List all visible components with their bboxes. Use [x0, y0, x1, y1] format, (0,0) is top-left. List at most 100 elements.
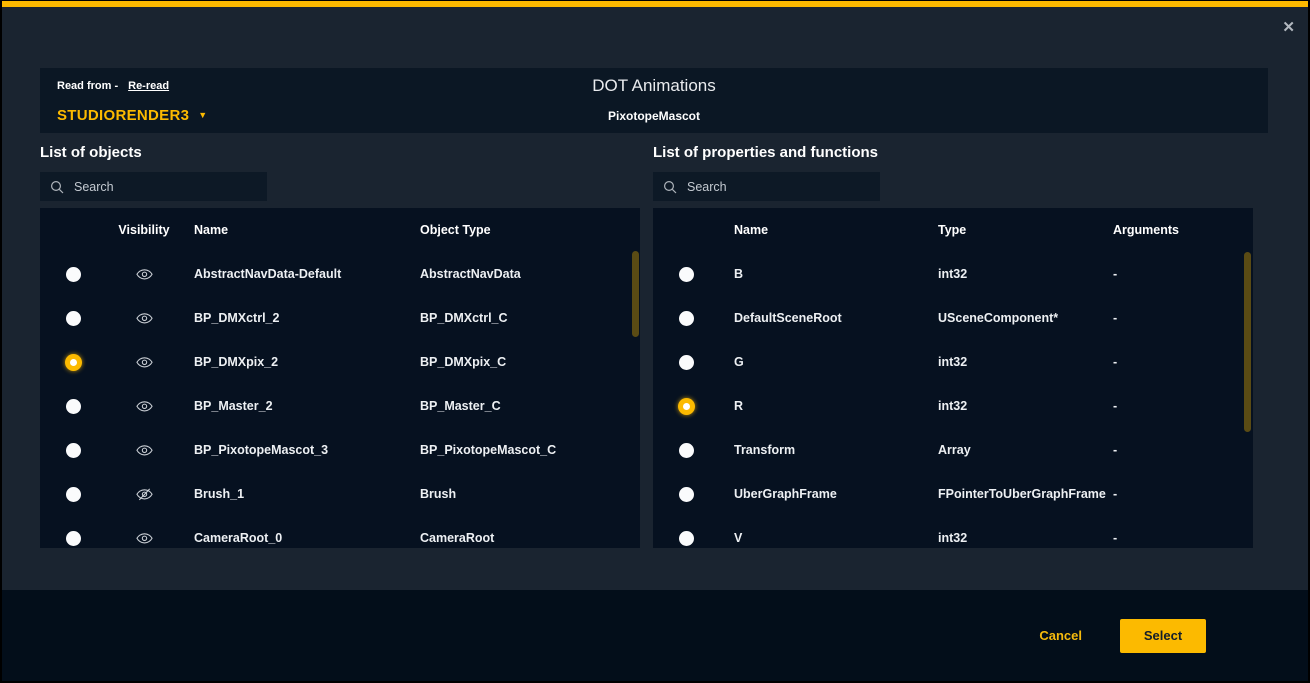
radio-button[interactable] [66, 311, 81, 326]
property-type: Array [938, 443, 1113, 457]
objects-table-header: Visibility Name Object Type [40, 208, 640, 252]
property-type: int32 [938, 399, 1113, 413]
radio-cell [40, 487, 106, 502]
radio-cell [653, 531, 719, 546]
property-name: Transform [719, 443, 938, 457]
radio-cell [40, 354, 106, 371]
properties-search-box [653, 172, 880, 201]
eye-icon[interactable] [136, 268, 153, 281]
visibility-cell [106, 532, 182, 545]
object-name: AbstractNavData-Default [182, 267, 420, 281]
objects-search-box [40, 172, 267, 201]
column-header-visibility: Visibility [106, 223, 182, 237]
radio-cell [40, 311, 106, 326]
scrollbar[interactable] [632, 251, 639, 337]
table-row[interactable]: Gint32- [653, 340, 1253, 384]
objects-panel-title: List of objects [40, 144, 142, 161]
object-name: BP_DMXctrl_2 [182, 311, 420, 325]
column-header-arguments: Arguments [1113, 223, 1253, 237]
close-icon[interactable]: ✕ [1282, 20, 1295, 35]
radio-button[interactable] [679, 355, 694, 370]
radio-button[interactable] [66, 531, 81, 546]
table-row[interactable]: AbstractNavData-DefaultAbstractNavData [40, 252, 640, 296]
table-row[interactable]: DefaultSceneRootUSceneComponent*- [653, 296, 1253, 340]
table-row[interactable]: CameraRoot_0CameraRoot [40, 516, 640, 548]
table-row[interactable]: BP_DMXctrl_2BP_DMXctrl_C [40, 296, 640, 340]
object-type: BP_Master_C [420, 399, 640, 413]
visibility-cell [106, 312, 182, 325]
header-bar: Read from -Re-read STUDIORENDER3▼ DOT An… [40, 68, 1268, 133]
radio-cell [653, 487, 719, 502]
radio-button[interactable] [679, 487, 694, 502]
eye-icon[interactable] [136, 532, 153, 545]
object-type: BP_PixotopeMascot_C [420, 443, 640, 457]
property-arguments: - [1113, 487, 1253, 501]
property-name: DefaultSceneRoot [719, 311, 938, 325]
search-icon [663, 180, 677, 194]
dialog-subtitle: PixotopeMascot [40, 109, 1268, 123]
eye-icon[interactable] [136, 444, 153, 457]
radio-cell [40, 531, 106, 546]
property-type: FPointerToUberGraphFrame [938, 487, 1113, 501]
object-name: BP_DMXpix_2 [182, 355, 420, 369]
column-header-object-type: Object Type [420, 223, 640, 237]
property-name: UberGraphFrame [719, 487, 938, 501]
objects-search-input[interactable] [74, 180, 257, 194]
visibility-cell [106, 488, 182, 501]
table-row[interactable]: BP_PixotopeMascot_3BP_PixotopeMascot_C [40, 428, 640, 472]
property-name: R [719, 399, 938, 413]
property-arguments: - [1113, 311, 1253, 325]
eye-icon[interactable] [136, 400, 153, 413]
footer-bar: Cancel Select [2, 590, 1308, 681]
radio-button[interactable] [679, 443, 694, 458]
column-header-name: Name [182, 223, 420, 237]
eye-icon[interactable] [136, 312, 153, 325]
properties-table: Name Type Arguments Bint32-DefaultSceneR… [653, 208, 1253, 548]
table-row[interactable]: Vint32- [653, 516, 1253, 548]
radio-button[interactable] [66, 267, 81, 282]
properties-search-input[interactable] [687, 180, 870, 194]
radio-button[interactable] [679, 311, 694, 326]
object-type: CameraRoot [420, 531, 640, 545]
cancel-button[interactable]: Cancel [1039, 628, 1082, 643]
table-row[interactable]: TransformArray- [653, 428, 1253, 472]
radio-dot [683, 403, 690, 410]
eye-icon[interactable] [136, 356, 153, 369]
radio-button[interactable] [66, 487, 81, 502]
property-arguments: - [1113, 531, 1253, 545]
radio-selected[interactable] [65, 354, 82, 371]
dialog-window: ✕ Read from -Re-read STUDIORENDER3▼ DOT … [2, 0, 1308, 681]
object-type: BP_DMXpix_C [420, 355, 640, 369]
radio-button[interactable] [679, 531, 694, 546]
visibility-cell [106, 268, 182, 281]
column-header-type: Type [938, 223, 1113, 237]
property-type: int32 [938, 355, 1113, 369]
column-header-name: Name [719, 223, 938, 237]
radio-selected[interactable] [678, 398, 695, 415]
object-name: CameraRoot_0 [182, 531, 420, 545]
table-row[interactable]: Rint32- [653, 384, 1253, 428]
radio-button[interactable] [66, 399, 81, 414]
object-type: BP_DMXctrl_C [420, 311, 640, 325]
property-type: int32 [938, 267, 1113, 281]
table-row[interactable]: Brush_1Brush [40, 472, 640, 516]
table-row[interactable]: BP_DMXpix_2BP_DMXpix_C [40, 340, 640, 384]
table-row[interactable]: Bint32- [653, 252, 1253, 296]
radio-cell [40, 399, 106, 414]
table-row[interactable]: BP_Master_2BP_Master_C [40, 384, 640, 428]
property-name: B [719, 267, 938, 281]
radio-cell [653, 267, 719, 282]
accent-top-bar [2, 0, 1308, 7]
radio-button[interactable] [679, 267, 694, 282]
scrollbar[interactable] [1244, 252, 1251, 432]
eye-off-icon[interactable] [136, 488, 153, 501]
properties-panel-title: List of properties and functions [653, 144, 878, 161]
visibility-cell [106, 400, 182, 413]
radio-button[interactable] [66, 443, 81, 458]
radio-dot [70, 359, 77, 366]
table-row[interactable]: UberGraphFrameFPointerToUberGraphFrame- [653, 472, 1253, 516]
select-button[interactable]: Select [1120, 619, 1206, 653]
dialog-title: DOT Animations [40, 76, 1268, 96]
property-arguments: - [1113, 443, 1253, 457]
property-name: V [719, 531, 938, 545]
